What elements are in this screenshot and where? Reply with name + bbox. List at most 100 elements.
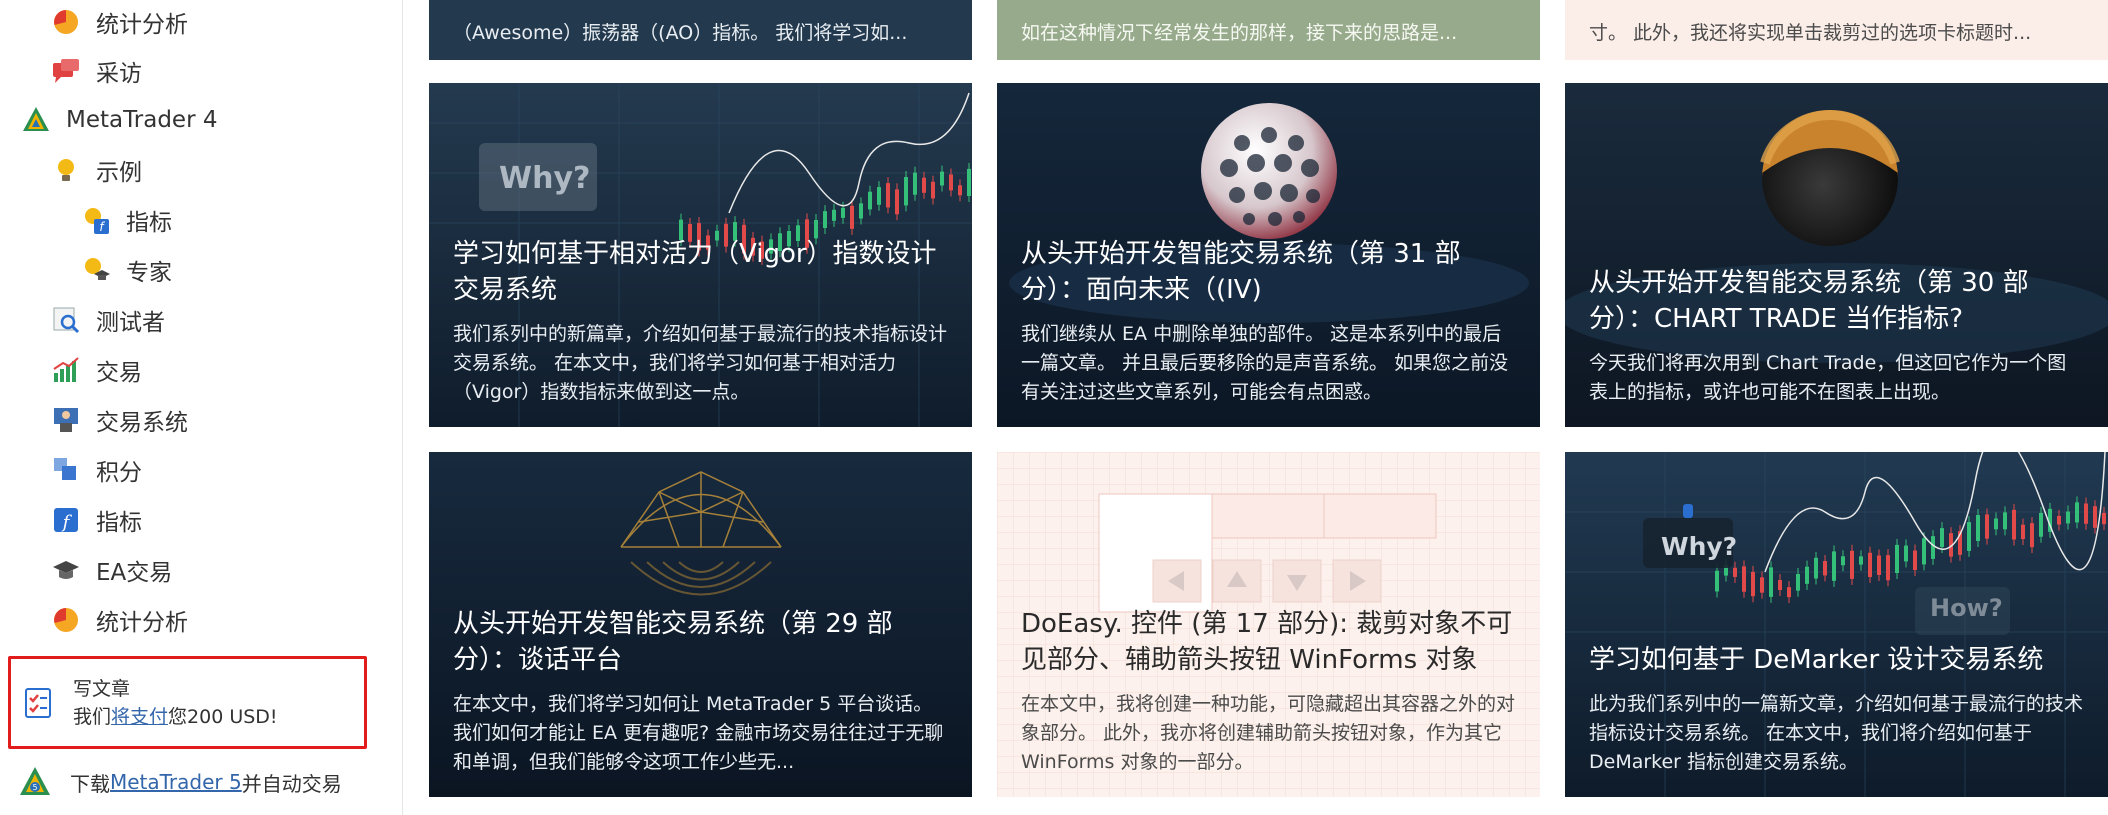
sidebar-item-expert-advisors[interactable]: EA交易 bbox=[50, 550, 172, 590]
article-desc: 如在这种情况下经常发生的那样，接下来的思路是... bbox=[1021, 22, 1458, 44]
candle-body bbox=[1778, 580, 1782, 591]
candle-body bbox=[1733, 567, 1737, 577]
candle-body bbox=[2039, 512, 2043, 537]
candle-body bbox=[1904, 545, 1908, 562]
candle-body bbox=[1886, 555, 1890, 581]
candle-body bbox=[949, 174, 953, 191]
candle-body bbox=[1751, 571, 1755, 597]
svg-text:5: 5 bbox=[32, 783, 37, 792]
candle-body bbox=[886, 183, 890, 208]
candle-body bbox=[2093, 506, 2097, 528]
sidebar-item-trading-systems[interactable]: 交易系统 bbox=[50, 400, 188, 440]
promo-body: 我们将支付您200 USD! bbox=[73, 703, 278, 731]
candle-body bbox=[841, 207, 845, 218]
article-desc: 我们继续从 EA 中删除单独的部件。 这是本系列中的最后一篇文章。 并且最后要移… bbox=[1021, 323, 1509, 403]
sidebar-item-interviews[interactable]: 采访 bbox=[50, 51, 142, 91]
candle-body bbox=[931, 181, 935, 199]
article-desc: 今天我们将再次用到 Chart Trade，但这回它作为一个图表上的指标，或许也… bbox=[1589, 352, 2067, 403]
download-metatrader5-link[interactable]: MetaTrader 5 bbox=[110, 770, 242, 794]
candle-body bbox=[868, 191, 872, 210]
candle-body bbox=[1913, 550, 1917, 570]
sidebar-item-statistics-2[interactable]: 统计分析 bbox=[50, 600, 188, 640]
candle-body bbox=[1841, 556, 1845, 566]
article-card-part30[interactable]: 从头开始开发智能交易系统（第 30 部分）：CHART TRADE 当作指标? … bbox=[1565, 83, 2108, 427]
sidebar-item-indicators-example[interactable]: f 指标 bbox=[80, 200, 172, 240]
pie-chart-icon bbox=[50, 604, 82, 636]
candle-body bbox=[1805, 566, 1809, 584]
candle-body bbox=[895, 189, 899, 215]
article-desc: 在本文中，我们将学习如何让 MetaTrader 5 平台谈话。 我们如何才能让… bbox=[453, 693, 944, 773]
lightbulb-icon bbox=[50, 154, 82, 186]
candle-body bbox=[823, 211, 827, 228]
candle-body bbox=[1760, 577, 1764, 593]
sidebar-item-statistics[interactable]: 统计分析 bbox=[50, 2, 188, 42]
promo-title: 写文章 bbox=[73, 677, 131, 700]
candle-body bbox=[958, 185, 962, 196]
candle-body bbox=[1742, 566, 1746, 592]
candle-body bbox=[877, 187, 881, 205]
candle-body bbox=[1967, 522, 1971, 551]
bar-chart-icon bbox=[50, 354, 82, 386]
download-metatrader: 5 下载 MetaTrader 5 并自动交易 bbox=[18, 764, 342, 800]
promo-pay-link[interactable]: 将支付 bbox=[111, 706, 168, 728]
candle-body bbox=[1850, 550, 1854, 579]
sidebar-item-metatrader4[interactable]: MetaTrader 4 bbox=[20, 100, 217, 140]
sidebar-item-experts-example[interactable]: 专家 bbox=[80, 250, 172, 290]
candle-body bbox=[832, 209, 836, 221]
article-title: 学习如何基于相对活力（Vigor）指数设计交易系统 bbox=[453, 239, 937, 305]
candle-body bbox=[967, 168, 971, 197]
candle-body bbox=[2075, 502, 2079, 523]
sidebar-item-trading[interactable]: 交易 bbox=[50, 350, 142, 390]
sidebar-item-label: 采访 bbox=[96, 61, 142, 87]
sidebar: 统计分析 采访 MetaTrader 4 示例 f 指标 专家 测试者 交易 交… bbox=[0, 0, 403, 815]
candle-body bbox=[1796, 574, 1800, 591]
pie-chart-icon bbox=[50, 6, 82, 38]
article-card-demarker[interactable]: Why? How? 学习如何基于 DeMarker 设计交易系统 此为我们系列中… bbox=[1565, 452, 2108, 797]
article-card-partial-1[interactable]: （Awesome）振荡器（(AO）指标。 我们将学习如... bbox=[429, 0, 972, 60]
metatrader5-logo-icon: 5 bbox=[18, 765, 52, 799]
candle-body bbox=[2102, 512, 2106, 525]
candle-body bbox=[1922, 538, 1926, 565]
article-desc: 寸。 此外，我还将实现单击裁剪过的选项卡标题时... bbox=[1589, 22, 2032, 44]
article-card-vigor[interactable]: Why? 学习如何基于相对活力（Vigor）指数设计交易系统 我们系列中的新篇章… bbox=[429, 83, 972, 427]
candle-body bbox=[2012, 509, 2016, 540]
article-card-doeasy[interactable]: DoEasy. 控件 (第 17 部分): 裁剪对象不可见部分、辅助箭头按钮 W… bbox=[997, 452, 1540, 797]
sidebar-item-tester[interactable]: 测试者 bbox=[50, 300, 165, 340]
download-prefix: 下载 bbox=[70, 771, 110, 796]
promo-prefix: 我们 bbox=[73, 705, 112, 728]
candle-body bbox=[1859, 556, 1863, 565]
candle-body bbox=[2021, 524, 2025, 540]
sidebar-item-label: 指标 bbox=[96, 510, 142, 536]
why-badge: Why? bbox=[1661, 532, 1738, 561]
article-card-part29[interactable]: 从头开始开发智能交易系统（第 29 部分）：谈话平台 在本文中，我们将学习如何让… bbox=[429, 452, 972, 797]
write-article-promo[interactable]: 写文章 我们将支付您200 USD! bbox=[8, 656, 367, 749]
sidebar-item-integration[interactable]: 积分 bbox=[50, 450, 142, 490]
article-card-part31[interactable]: 从头开始开发智能交易系统（第 31 部分）：面向未来（(IV) 我们继续从 EA… bbox=[997, 83, 1540, 427]
candle-body bbox=[1787, 587, 1791, 598]
candle-body bbox=[904, 177, 908, 206]
candle-body bbox=[1940, 528, 1944, 547]
promo-suffix: 您200 USD! bbox=[168, 705, 278, 728]
candle-body bbox=[913, 172, 917, 195]
article-title: 从头开始开发智能交易系统（第 31 部分）：面向未来（(IV) bbox=[1021, 239, 1461, 305]
sidebar-item-label: EA交易 bbox=[96, 560, 173, 586]
article-card-partial-3[interactable]: 寸。 此外，我还将实现单击裁剪过的选项卡标题时... bbox=[1565, 0, 2108, 60]
sidebar-item-label: 交易系统 bbox=[96, 410, 188, 436]
candle-body bbox=[1832, 551, 1836, 581]
candle-body bbox=[2084, 503, 2088, 524]
candle-body bbox=[2003, 512, 2007, 530]
article-desc: 我们系列中的新篇章，介绍如何基于最流行的技术指标设计交易系统。 在本文中，我们将… bbox=[453, 323, 948, 403]
sidebar-item-indicators[interactable]: f 指标 bbox=[50, 500, 142, 540]
article-desc: （Awesome）振荡器（(AO）指标。 我们将学习如... bbox=[453, 22, 908, 44]
candle-body bbox=[2030, 523, 2034, 548]
candle-body bbox=[1823, 561, 1827, 576]
article-card-partial-2[interactable]: 如在这种情况下经常发生的那样，接下来的思路是... bbox=[997, 0, 1540, 60]
sidebar-item-label: 积分 bbox=[96, 460, 142, 486]
sidebar-item-label: MetaTrader 4 bbox=[66, 107, 218, 133]
candle-body bbox=[922, 177, 926, 193]
candle-body bbox=[2066, 511, 2070, 524]
article-desc: 在本文中，我将创建一种功能，可隐藏超出其容器之外的对象部分。 此外，我亦将创建辅… bbox=[1021, 693, 1516, 773]
sidebar-item-examples[interactable]: 示例 bbox=[50, 150, 142, 190]
article-title: 从头开始开发智能交易系统（第 29 部分）：谈话平台 bbox=[453, 609, 893, 675]
candle-body bbox=[850, 205, 854, 229]
